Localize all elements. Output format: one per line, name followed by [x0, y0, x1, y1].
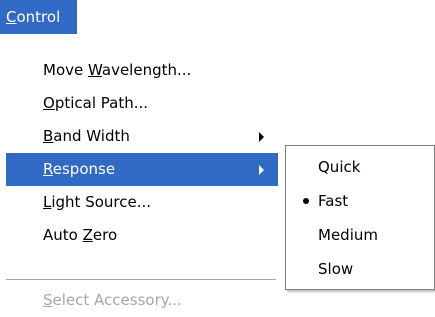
submenu-item-quick[interactable]: Quick [286, 150, 434, 184]
submenu-item-label: Fast [318, 192, 349, 210]
menu-item-light-source[interactable]: Light Source... [6, 186, 278, 219]
menu-item-band-width[interactable]: Band Width [6, 120, 278, 153]
menu-item-label: elect Accessory... [52, 291, 182, 309]
radio-bullet-icon [303, 198, 309, 204]
menu-item-label: esponse [52, 160, 116, 178]
response-submenu: Quick Fast Medium Slow [285, 145, 435, 290]
menu-item-select-accessory: Select Accessory... [6, 284, 278, 317]
menu-separator [6, 279, 276, 280]
menu-item-move-wavelength[interactable]: Move Wavelength... [6, 54, 278, 87]
menu-item-accel: Z [82, 226, 93, 244]
submenu-item-label: Medium [318, 226, 378, 244]
submenu-item-fast[interactable]: Fast [286, 184, 434, 218]
menu-item-accel: O [43, 94, 55, 112]
menu-item-auto-zero[interactable]: Auto Zero [6, 219, 278, 252]
submenu-item-label: Quick [318, 158, 361, 176]
submenu-item-label: Slow [318, 260, 354, 278]
control-dropdown-menu: Move Wavelength... Optical Path... Band … [6, 46, 278, 309]
menu-control[interactable]: Control [0, 0, 77, 34]
menu-item-optical-path[interactable]: Optical Path... [6, 87, 278, 120]
menu-item-label: ight Source... [51, 193, 152, 211]
menu-item-response[interactable]: Response [6, 153, 278, 186]
menu-item-accel: W [88, 61, 102, 79]
submenu-arrow-icon [259, 132, 264, 142]
submenu-item-medium[interactable]: Medium [286, 218, 434, 252]
submenu-arrow-icon [259, 165, 264, 175]
menu-item-label: Move [43, 61, 88, 79]
menu-item-label: Auto [43, 226, 83, 244]
menu-item-accel: R [43, 160, 53, 178]
menu-item-label: and Width [53, 127, 130, 145]
menu-item-accel: S [43, 291, 53, 309]
menu-item-accel: B [43, 127, 54, 145]
submenu-item-slow[interactable]: Slow [286, 252, 434, 286]
menu-control-label: ontrol [16, 8, 61, 26]
menu-item-label: avelength... [101, 61, 192, 79]
menu-control-accel: C [6, 8, 17, 26]
menu-item-label: ero [92, 226, 118, 244]
menu-item-label: ptical Path... [54, 94, 149, 112]
